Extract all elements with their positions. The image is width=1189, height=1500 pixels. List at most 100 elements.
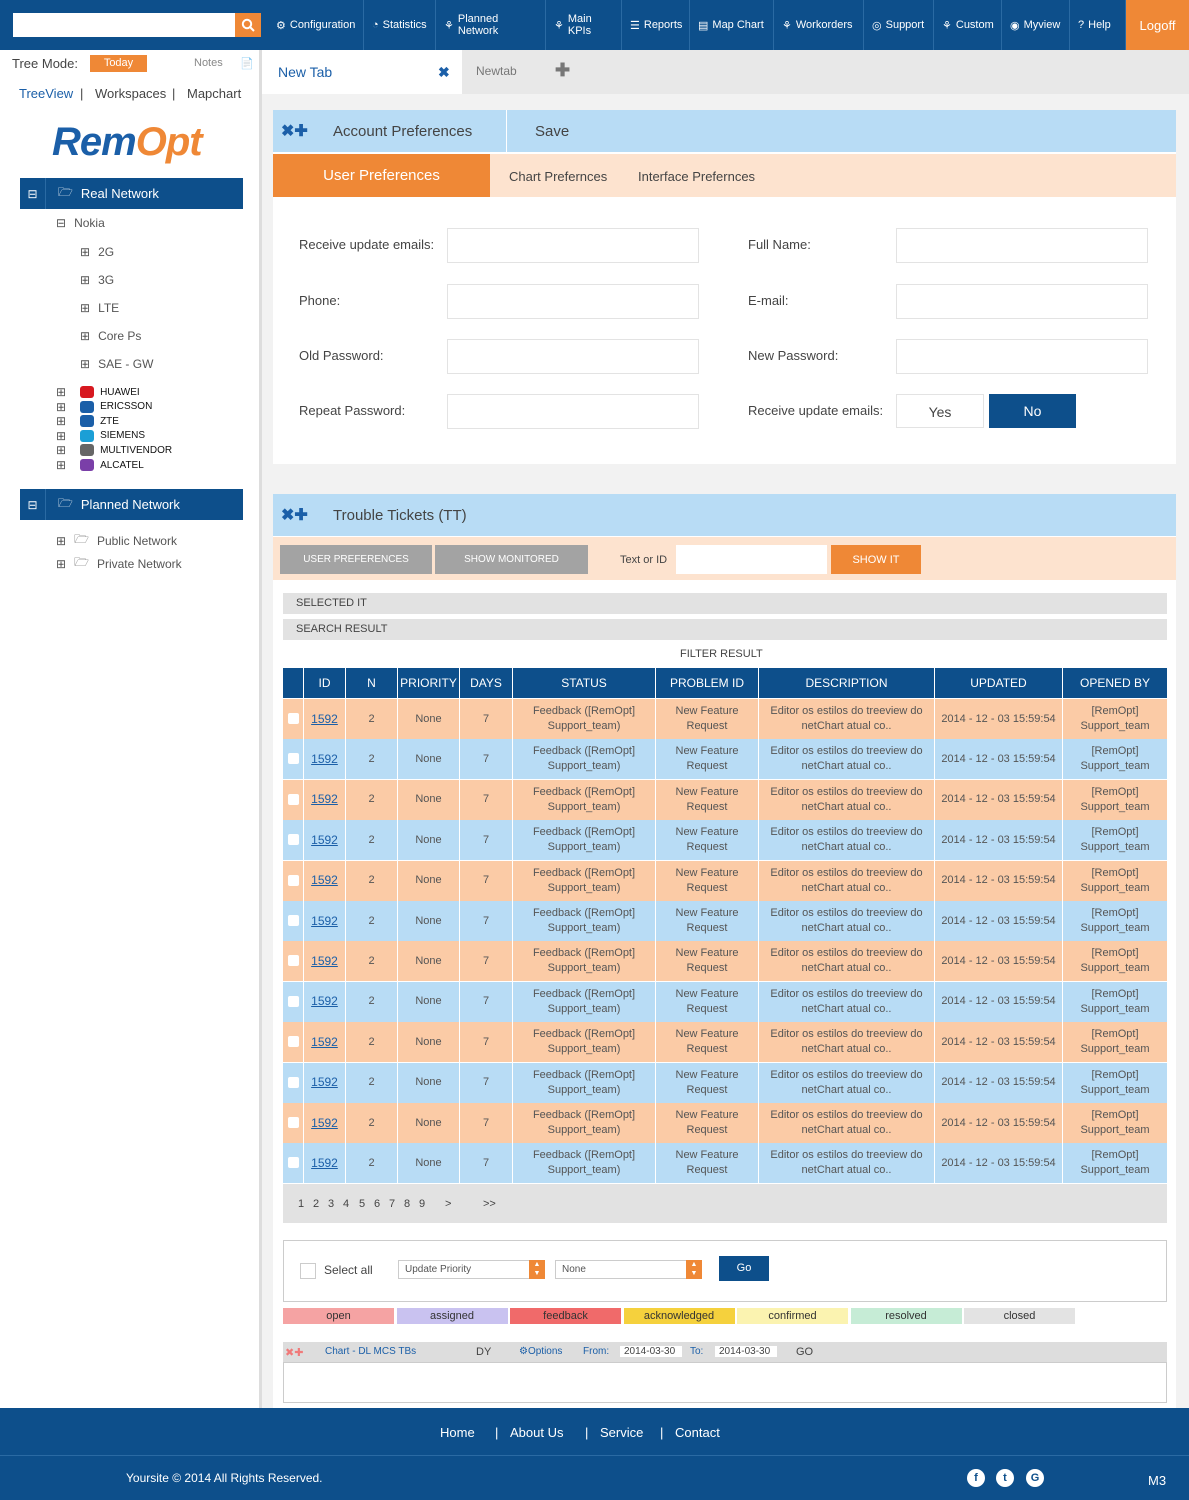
page-link[interactable]: 2 bbox=[313, 1198, 319, 1210]
field-input-0[interactable] bbox=[447, 228, 699, 263]
expand-icon[interactable]: ⊞ bbox=[56, 400, 66, 414]
page-link[interactable]: 1 bbox=[298, 1198, 304, 1210]
select-all-checkbox[interactable] bbox=[300, 1263, 316, 1279]
field-input-2[interactable] bbox=[447, 284, 699, 319]
nav-reports[interactable]: ☰ Reports bbox=[622, 0, 690, 50]
tab-treeview[interactable]: TreeView bbox=[19, 86, 73, 101]
facebook-icon[interactable]: f bbox=[967, 1469, 985, 1487]
collapse-icon[interactable]: ⊟ bbox=[20, 489, 46, 520]
page-link[interactable]: >> bbox=[483, 1198, 496, 1210]
cell-id[interactable]: 1592 bbox=[303, 901, 345, 941]
today-button[interactable]: Today bbox=[90, 55, 147, 72]
cell-id[interactable]: 1592 bbox=[303, 860, 345, 901]
table-row[interactable]: 1592 2 None 7 Feedback ([RemOpt] Support_tea… bbox=[283, 901, 1167, 941]
row-checkbox[interactable] bbox=[288, 1076, 299, 1088]
nav-myview[interactable]: ◉ Myview bbox=[1002, 0, 1070, 50]
tab-workspaces[interactable]: Workspaces bbox=[95, 86, 166, 101]
expand-icon[interactable]: ⊞ bbox=[56, 414, 66, 428]
table-row[interactable]: 1592 2 None 7 Feedback ([RemOpt] Support_tea… bbox=[283, 1143, 1167, 1184]
cell-id[interactable]: 1592 bbox=[303, 1103, 345, 1143]
expand-icon[interactable]: ⊞ bbox=[80, 245, 90, 259]
action-select[interactable]: Update Priority ▲ ▼ bbox=[398, 1260, 545, 1279]
page-link[interactable]: 5 bbox=[359, 1198, 365, 1210]
expand-icon[interactable]: ⊞ bbox=[80, 329, 90, 343]
table-row[interactable]: 1592 2 None 7 Feedback ([RemOpt] Support_tea… bbox=[283, 981, 1167, 1022]
column-header-n[interactable]: N bbox=[345, 668, 397, 698]
table-row[interactable]: 1592 2 None 7 Feedback ([RemOpt] Support_tea… bbox=[283, 1022, 1167, 1063]
expand-icon[interactable]: ⊞ bbox=[80, 301, 90, 315]
expand-icon[interactable]: ⊞ bbox=[56, 458, 66, 472]
vendor-alcatel[interactable]: ⊞ ALCATEL bbox=[56, 458, 144, 472]
no-button[interactable]: No bbox=[989, 394, 1076, 428]
twitter-icon[interactable]: t bbox=[996, 1469, 1014, 1487]
save-button[interactable]: Save bbox=[535, 123, 569, 140]
nav-configuration[interactable]: ⚙ Configuration bbox=[268, 0, 364, 50]
row-checkbox[interactable] bbox=[288, 1036, 299, 1048]
show-it-button[interactable]: SHOW IT bbox=[831, 545, 921, 574]
column-header-days[interactable]: DAYS bbox=[459, 668, 512, 698]
tree-node-sae-gw[interactable]: ⊞ SAE - GW bbox=[80, 357, 153, 371]
vendor-zte[interactable]: ⊞ ZTE bbox=[56, 414, 119, 428]
field-input-4[interactable] bbox=[447, 339, 699, 374]
yes-button[interactable]: Yes bbox=[896, 394, 984, 428]
nav-support[interactable]: ◎ Support bbox=[864, 0, 934, 50]
tree-node-public-network[interactable]: ⊞ 🗁 Public Network bbox=[56, 530, 177, 551]
column-header-problem-id[interactable]: PROBLEM ID bbox=[655, 668, 758, 698]
tree-node-core-ps[interactable]: ⊞ Core Ps bbox=[80, 329, 141, 343]
tree-real-network[interactable]: ⊟ 🗁 Real Network bbox=[20, 178, 243, 209]
table-row[interactable]: 1592 2 None 7 Feedback ([RemOpt] Support_tea… bbox=[283, 860, 1167, 901]
dy-button[interactable]: DY bbox=[476, 1346, 491, 1358]
cell-id[interactable]: 1592 bbox=[303, 820, 345, 861]
search-button[interactable] bbox=[235, 13, 261, 37]
row-checkbox[interactable] bbox=[288, 955, 299, 967]
row-checkbox[interactable] bbox=[288, 793, 299, 805]
nav-statistics[interactable]: ◔ Statistics bbox=[364, 0, 436, 50]
nav-custom[interactable]: ⚘ Custom bbox=[934, 0, 1002, 50]
vendor-multivendor[interactable]: ⊞ MULTIVENDOR bbox=[56, 443, 172, 457]
tab-interface-preferences[interactable]: Interface Prefernces bbox=[638, 169, 755, 184]
table-row[interactable]: 1592 2 None 7 Feedback ([RemOpt] Support_tea… bbox=[283, 941, 1167, 982]
nav-planned-network[interactable]: ⚘ Planned Network bbox=[436, 0, 546, 50]
expand-icon[interactable]: ⊞ bbox=[56, 443, 66, 457]
add-tab-icon[interactable]: ✚ bbox=[555, 60, 570, 81]
expand-icon[interactable]: ⊞ bbox=[80, 357, 90, 371]
tab-new-tab[interactable]: New Tab bbox=[262, 50, 462, 94]
footer-link-about-us[interactable]: About Us bbox=[510, 1425, 563, 1440]
tree-planned-network[interactable]: ⊟ 🗁 Planned Network bbox=[20, 489, 243, 520]
column-header-status[interactable]: STATUS bbox=[512, 668, 655, 698]
expand-icon[interactable]: ⊞ bbox=[80, 273, 90, 287]
table-row[interactable]: 1592 2 None 7 Feedback ([RemOpt] Support_tea… bbox=[283, 739, 1167, 780]
search-result-bar[interactable]: SEARCH RESULT bbox=[283, 619, 1167, 640]
tree-node-3g[interactable]: ⊞ 3G bbox=[80, 273, 114, 287]
row-checkbox[interactable] bbox=[288, 713, 299, 724]
expand-icon[interactable]: ⊞ bbox=[56, 385, 66, 399]
from-date-input[interactable]: 2014-03-30 bbox=[620, 1346, 682, 1357]
row-checkbox[interactable] bbox=[288, 995, 299, 1007]
cell-id[interactable]: 1592 bbox=[303, 699, 345, 739]
cell-id[interactable]: 1592 bbox=[303, 1022, 345, 1063]
notes-link[interactable]: Notes bbox=[194, 57, 223, 69]
text-or-id-input[interactable] bbox=[676, 545, 827, 574]
expand-icon[interactable]: ⊞ bbox=[56, 534, 66, 548]
tab-mapchart[interactable]: Mapchart bbox=[187, 86, 241, 101]
column-header-description[interactable]: DESCRIPTION bbox=[758, 668, 934, 698]
page-link[interactable]: 6 bbox=[374, 1198, 380, 1210]
footer-link-contact[interactable]: Contact bbox=[675, 1425, 720, 1440]
tab-user-preferences[interactable]: User Preferences bbox=[273, 154, 490, 197]
vendor-siemens[interactable]: ⊞ SIEMENS bbox=[56, 429, 145, 443]
close-add-icon[interactable]: ✖✚ bbox=[281, 121, 317, 141]
field-input-5[interactable] bbox=[896, 339, 1148, 374]
page-link[interactable]: 8 bbox=[404, 1198, 410, 1210]
tab-chart-preferences[interactable]: Chart Prefernces bbox=[509, 169, 607, 184]
chart-title[interactable]: Chart - DL MCS TBs bbox=[325, 1346, 416, 1357]
collapse-icon[interactable]: ⊟ bbox=[20, 178, 46, 209]
cell-id[interactable]: 1592 bbox=[303, 981, 345, 1022]
close-add-icon[interactable]: ✖✚ bbox=[281, 505, 317, 525]
page-link[interactable]: 9 bbox=[419, 1198, 425, 1210]
cell-id[interactable]: 1592 bbox=[303, 941, 345, 982]
search-input[interactable] bbox=[13, 13, 235, 37]
row-checkbox[interactable] bbox=[288, 1157, 299, 1169]
footer-link-home[interactable]: Home bbox=[440, 1425, 475, 1440]
cell-id[interactable]: 1592 bbox=[303, 739, 345, 780]
table-row[interactable]: 1592 2 None 7 Feedback ([RemOpt] Support_tea… bbox=[283, 699, 1167, 739]
